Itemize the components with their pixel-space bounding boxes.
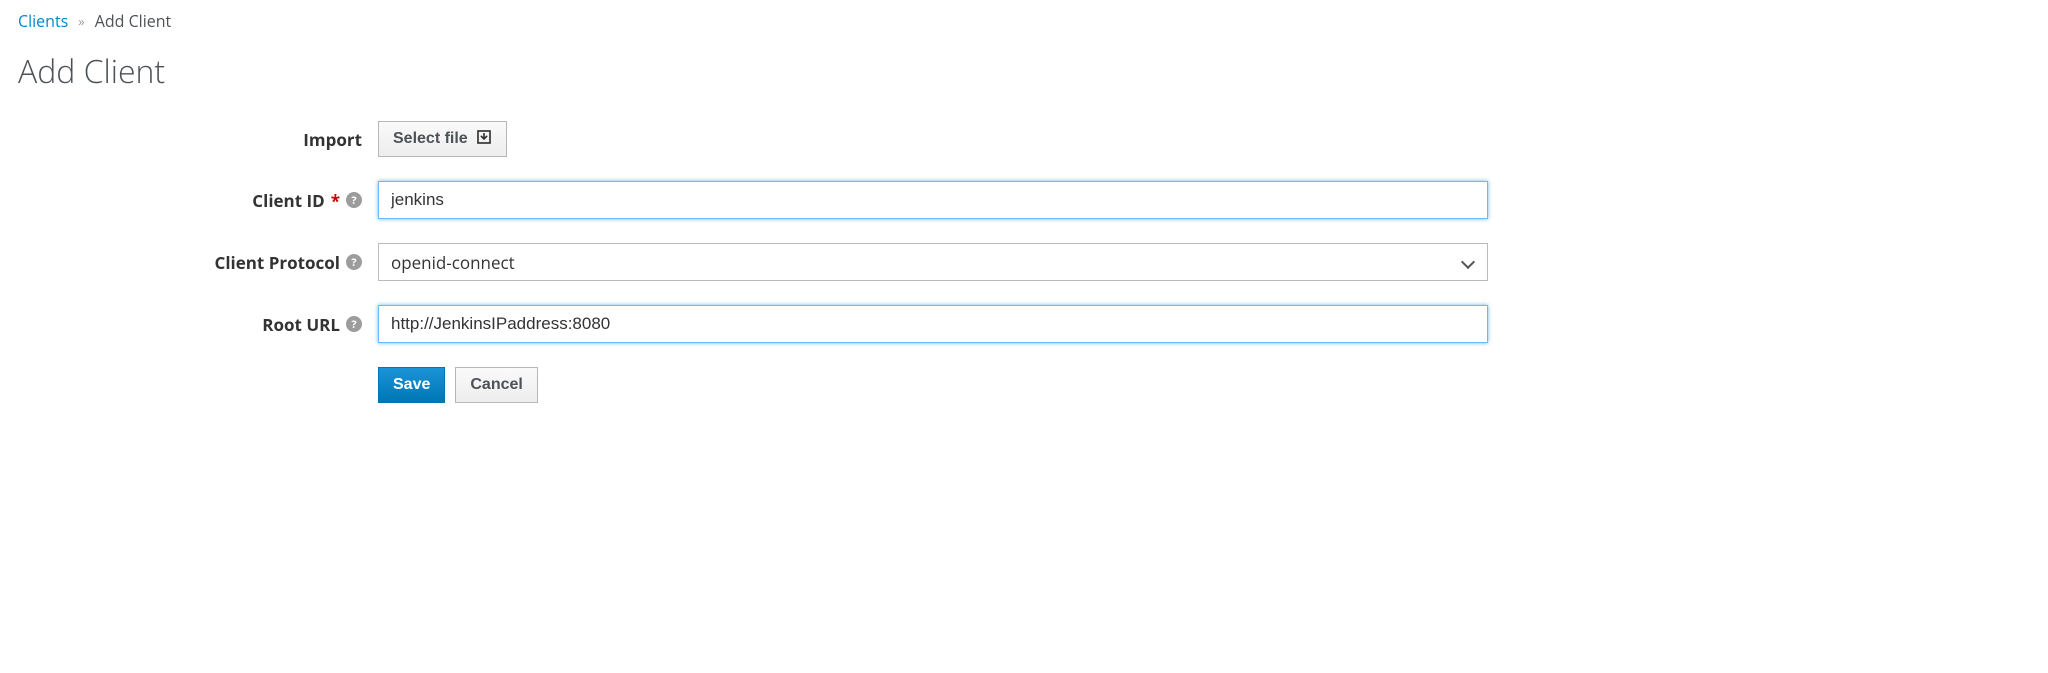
help-icon[interactable]: ? <box>346 192 362 208</box>
import-icon <box>476 129 492 150</box>
client-id-label-text: Client ID <box>252 189 324 212</box>
client-protocol-value: openid-connect <box>391 251 1461 274</box>
client-id-input[interactable] <box>378 181 1488 219</box>
select-file-button[interactable]: Select file <box>378 121 507 157</box>
root-url-label: Root URL ? <box>18 313 378 336</box>
import-label: Import <box>18 128 378 151</box>
form-row-root-url: Root URL ? <box>18 305 2030 343</box>
breadcrumb-separator-icon: » <box>78 12 84 30</box>
help-icon[interactable]: ? <box>346 254 362 270</box>
client-protocol-label-text: Client Protocol <box>215 251 341 274</box>
help-icon[interactable]: ? <box>346 316 362 332</box>
breadcrumb-current: Add Client <box>95 10 172 32</box>
cancel-button[interactable]: Cancel <box>455 367 537 403</box>
breadcrumb-link-clients[interactable]: Clients <box>18 10 68 32</box>
save-button[interactable]: Save <box>378 367 445 403</box>
form-row-client-protocol: Client Protocol ? openid-connect <box>18 243 2030 281</box>
chevron-down-icon <box>1461 255 1475 269</box>
client-protocol-select[interactable]: openid-connect <box>378 243 1488 281</box>
form-buttons: Save Cancel <box>378 367 2030 403</box>
client-id-label: Client ID * ? <box>18 189 378 212</box>
select-file-label: Select file <box>393 130 468 148</box>
form-row-client-id: Client ID * ? <box>18 181 2030 219</box>
import-label-text: Import <box>303 128 362 151</box>
root-url-input[interactable] <box>378 305 1488 343</box>
form-row-import: Import Select file <box>18 121 2030 157</box>
breadcrumb: Clients » Add Client <box>18 10 2030 32</box>
client-protocol-label: Client Protocol ? <box>18 251 378 274</box>
add-client-form: Import Select file Client ID * ? <box>18 121 2030 403</box>
root-url-label-text: Root URL <box>262 313 340 336</box>
required-star-icon: * <box>331 189 340 212</box>
page-title: Add Client <box>18 50 2030 93</box>
